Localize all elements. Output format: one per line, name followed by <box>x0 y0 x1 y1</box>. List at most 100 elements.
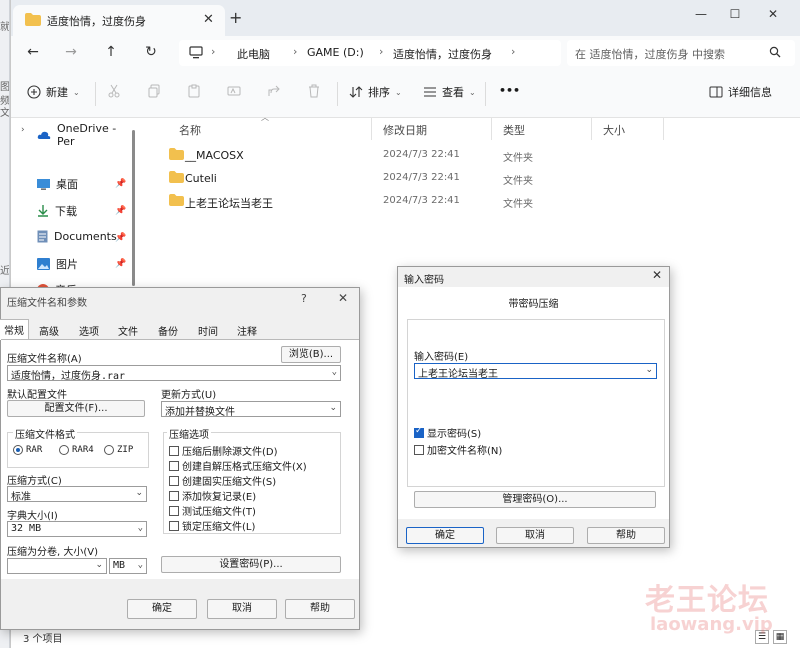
tab-advanced[interactable]: 高级 <box>35 321 63 339</box>
delete-icon[interactable] <box>307 84 321 98</box>
breadcrumb-this-pc[interactable]: 此电脑 <box>237 46 270 62</box>
tab-comment[interactable]: 注释 <box>233 321 261 339</box>
nav-item-label: Documents <box>54 230 117 243</box>
test-archive-checkbox[interactable]: 测试压缩文件(T) <box>169 503 256 518</box>
nav-scrollbar[interactable] <box>132 130 135 286</box>
file-type: 文件夹 <box>503 153 533 164</box>
refresh-icon[interactable]: ↻ <box>143 44 159 60</box>
split-unit-value: MB <box>113 560 126 571</box>
split-volume-input[interactable]: ⌄ <box>7 558 107 574</box>
breadcrumb-drive[interactable]: GAME (D:) <box>307 46 364 59</box>
nav-item-documents[interactable]: Documents <box>37 230 117 243</box>
chevron-down-icon[interactable]: ⌄ <box>332 367 337 377</box>
nav-item-desktop[interactable]: 桌面 <box>37 176 78 192</box>
manage-passwords-button[interactable]: 管理密码(O)... <box>414 491 656 508</box>
column-divider[interactable] <box>663 118 664 140</box>
cut-icon[interactable] <box>107 84 121 98</box>
sort-ascending-icon: ︿ <box>261 113 269 122</box>
dictionary-size-select[interactable]: 32 MB ⌄ <box>7 521 147 537</box>
maximize-button[interactable]: ☐ <box>715 4 755 24</box>
details-pane-button[interactable]: 详细信息 <box>709 84 772 100</box>
sfx-checkbox[interactable]: 创建自解压格式压缩文件(X) <box>169 458 307 473</box>
tab-time[interactable]: 时间 <box>194 321 222 339</box>
chevron-down-icon[interactable]: ⌄ <box>95 560 103 570</box>
close-window-button[interactable]: ✕ <box>753 4 793 24</box>
delete-after-checkbox[interactable]: 压缩后删除源文件(D) <box>169 443 278 458</box>
column-divider[interactable] <box>371 118 372 140</box>
nav-item-pictures[interactable]: 图片 <box>37 256 78 272</box>
help-button[interactable]: 帮助 <box>587 527 665 544</box>
chevron-down-icon: ⌄ <box>73 87 80 97</box>
rename-icon[interactable] <box>227 84 241 98</box>
forward-icon[interactable]: → <box>63 44 79 60</box>
nav-item-downloads[interactable]: 下载 <box>37 203 77 219</box>
password-input[interactable]: 上老王论坛当老王 ⌄ <box>414 363 657 380</box>
column-header-type[interactable]: 类型 <box>503 122 525 138</box>
method-select[interactable]: 标准 ⌄ <box>7 486 147 502</box>
help-icon[interactable]: ? <box>301 292 307 305</box>
set-password-button[interactable]: 设置密码(P)... <box>161 556 341 573</box>
pin-icon: 📌 <box>115 233 127 243</box>
plus-circle-icon <box>27 85 41 99</box>
paste-icon[interactable] <box>187 84 201 98</box>
new-button[interactable]: 新建 ⌄ <box>27 84 80 100</box>
sort-button[interactable]: 排序 ⌄ <box>349 84 402 100</box>
expand-chevron-icon[interactable]: › <box>21 125 25 135</box>
help-button[interactable]: 帮助 <box>285 599 355 619</box>
chevron-down-icon[interactable]: ⌄ <box>645 365 653 375</box>
tiles-view-icon[interactable]: ▦ <box>773 630 787 644</box>
cancel-button[interactable]: 取消 <box>496 527 574 544</box>
tab-close-icon[interactable]: ✕ <box>203 12 214 27</box>
chevron-down-icon[interactable]: ⌄ <box>135 488 143 498</box>
search-input[interactable]: 在 适度怡情，过度伤身 中搜索 <box>567 40 795 66</box>
recovery-record-checkbox[interactable]: 添加恢复记录(E) <box>169 488 256 503</box>
file-row[interactable]: __MACOSX 2024/7/3 22:41 文件夹 <box>153 145 633 167</box>
column-header-size[interactable]: 大小 <box>603 122 625 138</box>
file-row[interactable]: 上老王论坛当老王 2024/7/3 22:41 文件夹 <box>153 191 633 213</box>
split-unit-select[interactable]: MB ⌄ <box>109 558 147 574</box>
tab-general[interactable]: 常规 <box>0 319 29 340</box>
address-bar[interactable]: › 此电脑 › GAME (D:) › 适度怡情，过度伤身 › <box>179 40 561 66</box>
file-type: 文件夹 <box>503 176 533 187</box>
share-icon[interactable] <box>267 84 281 98</box>
new-label: 新建 <box>46 86 68 99</box>
chevron-down-icon[interactable]: ⌄ <box>138 560 143 570</box>
column-divider[interactable] <box>591 118 592 140</box>
chevron-down-icon[interactable]: ⌄ <box>329 403 337 413</box>
profiles-button[interactable]: 配置文件(F)... <box>7 400 145 417</box>
show-password-checkbox[interactable]: 显示密码(S) <box>414 425 481 440</box>
close-icon[interactable]: ✕ <box>652 268 662 282</box>
tab-files[interactable]: 文件 <box>114 321 142 339</box>
tab-title: 适度怡情，过度伤身 <box>47 15 146 28</box>
column-header-modified[interactable]: 修改日期 <box>383 122 427 138</box>
new-tab-button[interactable]: + <box>229 8 242 27</box>
encrypt-names-checkbox[interactable]: 加密文件名称(N) <box>414 442 502 457</box>
tab-current-folder[interactable]: 适度怡情，过度伤身 ✕ <box>13 5 225 36</box>
archive-name-combobox[interactable]: 适度怡情，过度伤身.rar ⌄ <box>7 365 341 381</box>
back-icon[interactable]: ← <box>25 44 41 60</box>
tab-backup[interactable]: 备份 <box>154 321 182 339</box>
format-rar-radio[interactable]: RAR <box>13 445 42 455</box>
browse-button[interactable]: 浏览(B)... <box>281 346 341 363</box>
nav-item-onedrive[interactable]: OneDrive - Per <box>37 122 137 148</box>
ok-button[interactable]: 确定 <box>406 527 484 544</box>
column-header-name[interactable]: 名称 <box>179 122 201 138</box>
close-icon[interactable]: ✕ <box>338 291 348 305</box>
format-zip-radio[interactable]: ZIP <box>104 445 133 455</box>
cancel-button[interactable]: 取消 <box>207 599 277 619</box>
solid-checkbox[interactable]: 创建固实压缩文件(S) <box>169 473 276 488</box>
more-options-icon[interactable]: ••• <box>499 84 520 97</box>
file-row[interactable]: Cuteli 2024/7/3 22:41 文件夹 <box>153 168 633 190</box>
column-divider[interactable] <box>491 118 492 140</box>
tab-options[interactable]: 选项 <box>75 321 103 339</box>
update-mode-value: 添加并替换文件 <box>165 407 235 417</box>
up-icon[interactable]: ↑ <box>103 44 119 60</box>
copy-icon[interactable] <box>147 84 161 98</box>
breadcrumb-folder[interactable]: 适度怡情，过度伤身 <box>393 46 492 62</box>
view-button[interactable]: 查看 ⌄ <box>423 84 476 100</box>
chevron-down-icon[interactable]: ⌄ <box>138 523 143 533</box>
update-mode-select[interactable]: 添加并替换文件 ⌄ <box>161 401 341 417</box>
ok-button[interactable]: 确定 <box>127 599 197 619</box>
lock-archive-checkbox[interactable]: 锁定压缩文件(L) <box>169 518 255 533</box>
format-rar4-radio[interactable]: RAR4 <box>59 445 94 455</box>
